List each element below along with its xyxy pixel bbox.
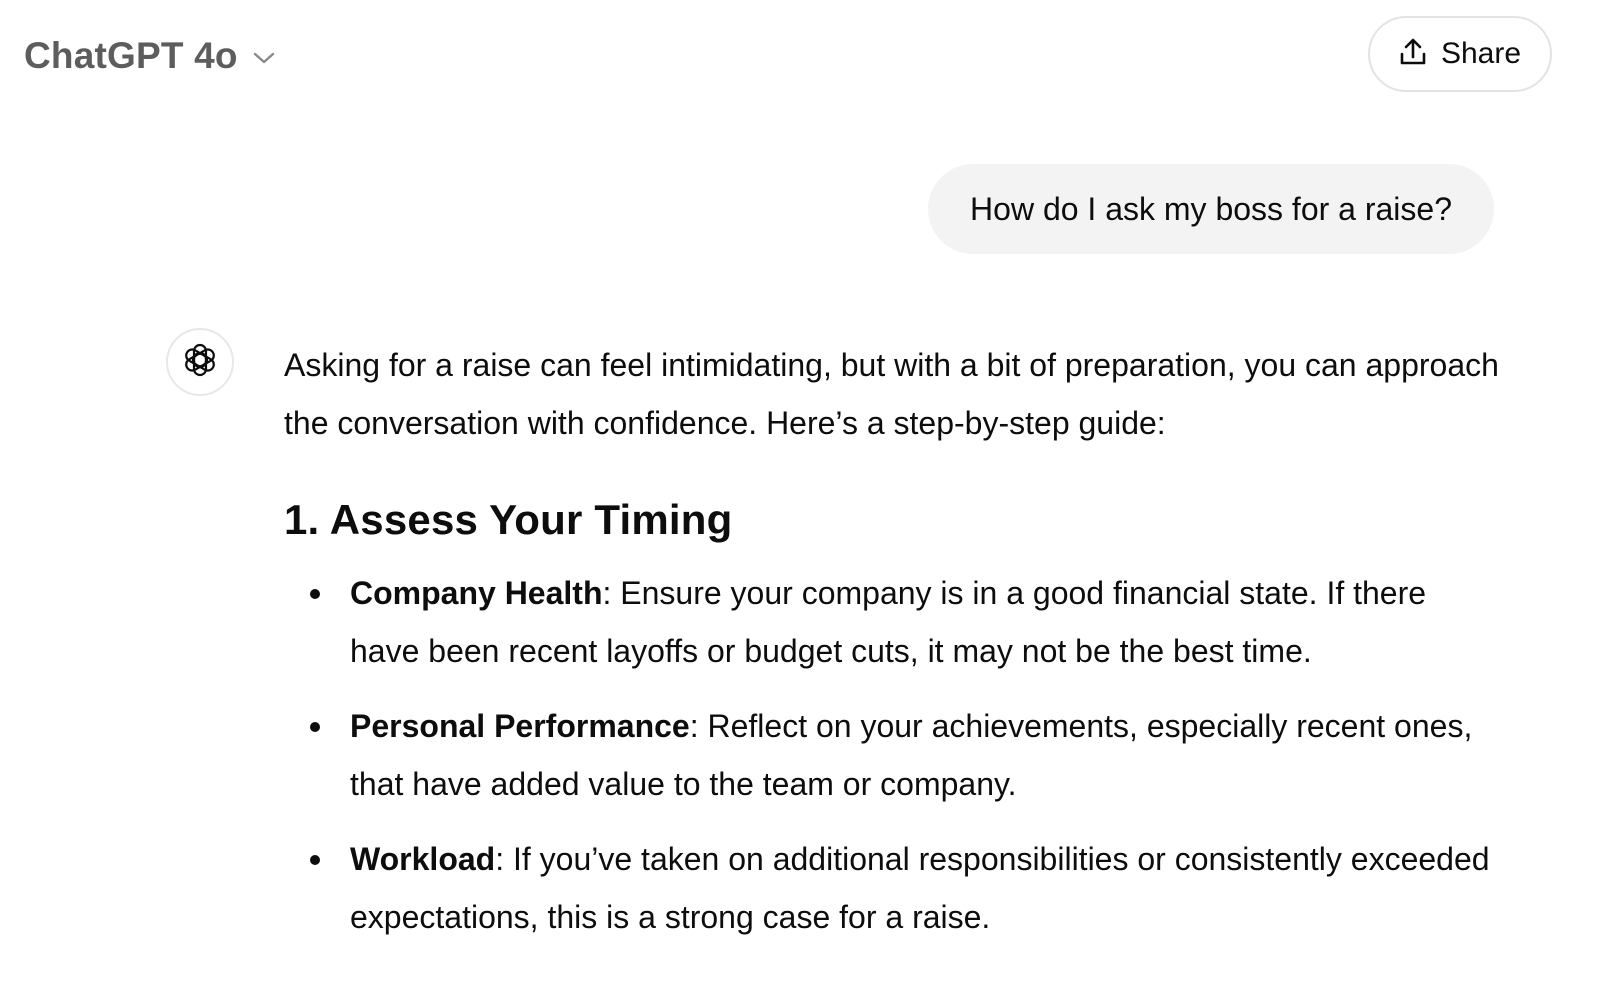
bullet-list: Company Health: Ensure your company is i… bbox=[284, 564, 1504, 946]
share-label: Share bbox=[1440, 37, 1522, 70]
chat-page: ChatGPT 4o Share How do I ask my boss fo… bbox=[0, 0, 1600, 1008]
list-item-text: : If you’ve taken on additional responsi… bbox=[350, 841, 1490, 935]
list-item: Workload: If you’ve taken on additional … bbox=[284, 830, 1504, 946]
share-button[interactable]: Share bbox=[1368, 16, 1552, 92]
upload-icon bbox=[1399, 37, 1427, 72]
list-item-term: Personal Performance bbox=[350, 708, 690, 744]
model-switcher[interactable]: ChatGPT 4o bbox=[24, 30, 276, 82]
openai-logo-icon bbox=[180, 340, 220, 385]
assistant-message: Asking for a raise can feel intimidating… bbox=[284, 336, 1504, 963]
bullet-dot bbox=[310, 722, 320, 732]
list-item-term: Workload bbox=[350, 841, 496, 877]
assistant-intro: Asking for a raise can feel intimidating… bbox=[284, 347, 1499, 441]
chevron-down-icon bbox=[252, 50, 276, 66]
assistant-avatar bbox=[166, 328, 234, 396]
list-item: Company Health: Ensure your company is i… bbox=[284, 564, 1504, 680]
bullet-dot bbox=[310, 855, 320, 865]
user-message-bubble: How do I ask my boss for a raise? bbox=[928, 164, 1494, 254]
list-item-term: Company Health bbox=[350, 575, 603, 611]
model-name: ChatGPT 4o bbox=[24, 35, 238, 76]
bullet-dot bbox=[310, 589, 320, 599]
list-item: Personal Performance: Reflect on your ac… bbox=[284, 697, 1504, 813]
section-heading: 1. Assess Your Timing bbox=[284, 496, 733, 543]
